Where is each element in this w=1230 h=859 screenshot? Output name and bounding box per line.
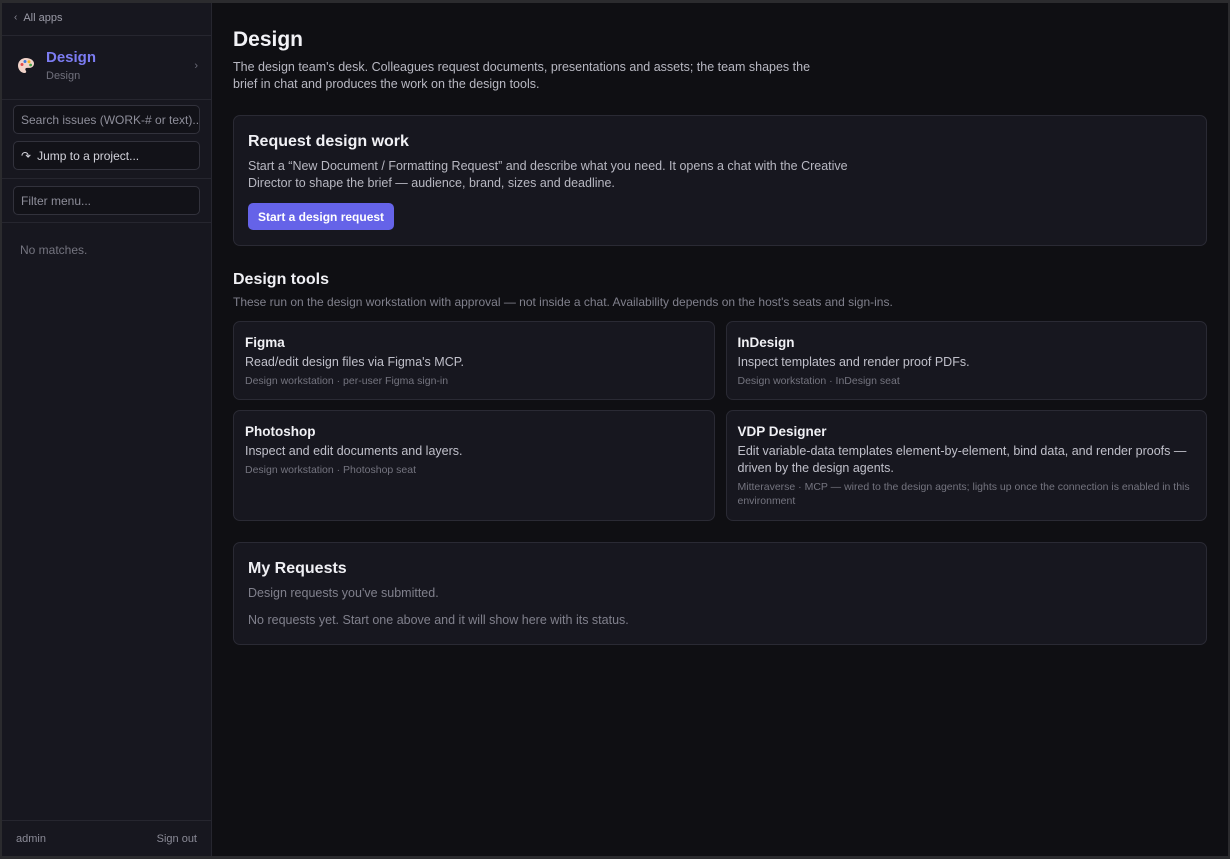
jump-to-project-button[interactable]: ↷ Jump to a project... (13, 141, 200, 170)
jump-arrow-icon: ↷ (21, 148, 32, 163)
filter-section: Filter menu... (2, 179, 211, 222)
app-title: Design (46, 49, 97, 66)
tool-description: Read/edit design files via Figma's MCP. (245, 355, 464, 369)
user-name: admin (16, 832, 46, 845)
request-card-title: Request design work (248, 133, 409, 150)
tool-name: InDesign (737, 335, 795, 350)
tool-name: Photoshop (245, 424, 316, 439)
my-requests-card: My Requests Design requests you've submi… (233, 542, 1207, 645)
sidebar: ‹ All apps Design Design › Search issues… (2, 3, 212, 856)
my-requests-subtitle: Design requests you've submitted. (248, 586, 439, 600)
my-requests-title: My Requests (248, 560, 347, 577)
main-content: Design The design team's desk. Colleague… (212, 3, 1228, 856)
no-matches-text: No matches. (20, 243, 88, 257)
sign-out-link[interactable]: Sign out (157, 833, 197, 845)
request-design-card: Request design work Start a “New Documen… (233, 115, 1207, 246)
app-switcher[interactable]: Design Design › (2, 36, 211, 100)
chevron-left-icon: ‹ (14, 12, 18, 23)
tool-card-photoshop[interactable]: Photoshop Inspect and edit documents and… (233, 410, 715, 521)
app-header-text: Design Design (46, 49, 96, 99)
start-design-request-button[interactable]: Start a design request (248, 203, 395, 230)
app-window: ‹ All apps Design Design › Search issues… (2, 3, 1228, 856)
tool-meta: Design workstation · InDesign seat (737, 375, 900, 387)
page-title: Design (233, 28, 304, 51)
request-card-description: Start a “New Document / Formatting Reque… (248, 159, 848, 190)
page-description: The design team's desk. Colleagues reque… (233, 60, 811, 91)
search-issues-input[interactable]: Search issues (WORK-# or text)... (13, 105, 200, 134)
filter-placeholder: Filter menu... (21, 193, 92, 208)
tool-meta: Mitteraverse · MCP — wired to the design… (737, 481, 1190, 507)
tools-grid: Figma Read/edit design files via Figma's… (233, 321, 1207, 521)
filter-menu-input[interactable]: Filter menu... (13, 186, 200, 215)
tool-name: Figma (245, 335, 285, 350)
design-tools-description: These run on the design workstation with… (233, 295, 893, 309)
sidebar-footer: admin Sign out (2, 820, 211, 856)
tool-description: Inspect templates and render proof PDFs. (737, 355, 970, 369)
search-placeholder: Search issues (WORK-# or text)... (21, 112, 200, 127)
tool-card-figma[interactable]: Figma Read/edit design files via Figma's… (233, 321, 715, 400)
tool-meta: Design workstation · per-user Figma sign… (245, 375, 449, 387)
tool-card-indesign[interactable]: InDesign Inspect templates and render pr… (725, 321, 1207, 400)
app-subtitle: Design (46, 70, 81, 82)
jump-label: Jump to a project... (37, 148, 140, 163)
palette-icon (16, 56, 36, 76)
tool-name: VDP Designer (737, 424, 827, 439)
all-apps-label: All apps (23, 12, 63, 24)
tool-meta: Design workstation · Photoshop seat (245, 464, 417, 476)
tool-description: Edit variable-data templates element-by-… (737, 444, 1187, 475)
chevron-right-icon: › (194, 60, 198, 72)
design-tools-title: Design tools (233, 271, 330, 288)
tool-description: Inspect and edit documents and layers. (245, 444, 463, 458)
tool-card-vdp-designer[interactable]: VDP Designer Edit variable-data template… (725, 410, 1207, 521)
search-section: Search issues (WORK-# or text)... ↷ Jump… (2, 100, 211, 170)
my-requests-empty: No requests yet. Start one above and it … (248, 613, 629, 627)
all-apps-link[interactable]: ‹ All apps (2, 3, 211, 36)
